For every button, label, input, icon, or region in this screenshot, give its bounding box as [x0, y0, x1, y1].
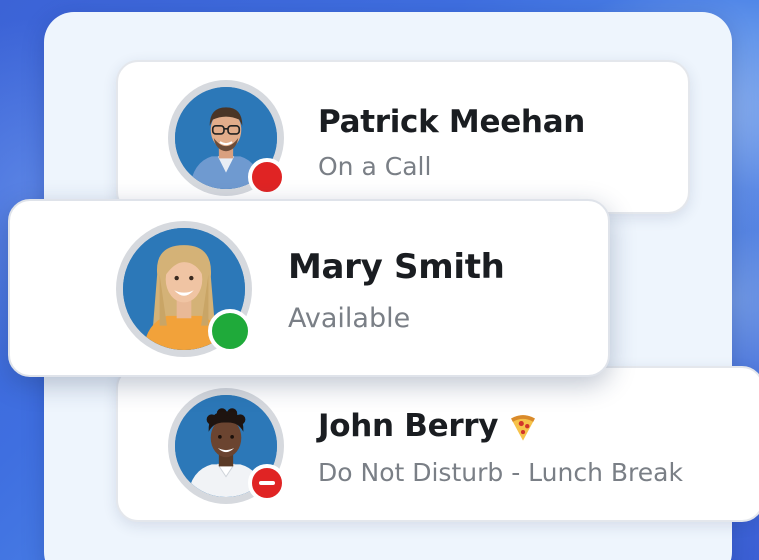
pizza-icon [511, 415, 535, 441]
contact-name: John Berry [318, 408, 499, 444]
contact-card-john-berry[interactable]: John Berry Do Not Disturb - Lunch Break [116, 366, 759, 522]
contact-status-text: Available [288, 303, 411, 334]
contact-name: Patrick Meehan [318, 104, 586, 140]
contact-card-mary-smith[interactable]: Mary Smith Available [8, 199, 610, 377]
minus-icon [259, 481, 275, 485]
contact-name: Mary Smith [288, 247, 505, 287]
contact-status-text: On a Call [318, 152, 432, 181]
status-available-indicator [208, 309, 252, 353]
contact-status-text: Do Not Disturb - Lunch Break [318, 458, 683, 487]
contact-card-patrick-meehan[interactable]: Patrick Meehan On a Call [116, 60, 690, 214]
status-busy-indicator [248, 158, 286, 196]
status-do-not-disturb-indicator [248, 464, 286, 502]
